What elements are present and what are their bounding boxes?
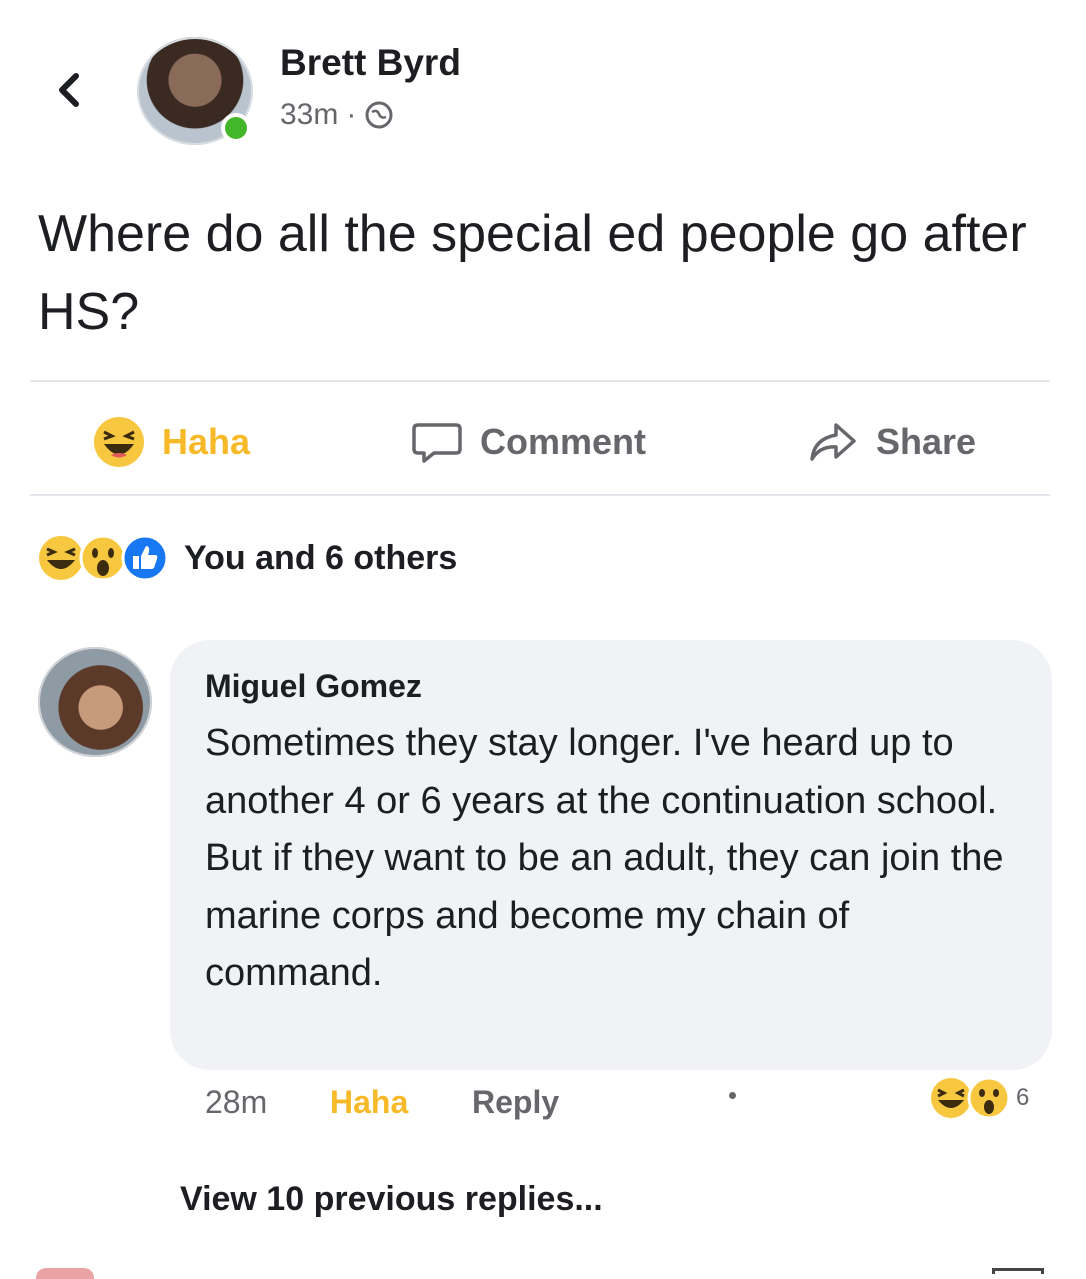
reactions-text: You and 6 others [184, 538, 458, 577]
view-previous-replies-link[interactable]: View 10 previous replies... [180, 1180, 603, 1219]
bottom-edge-mark [992, 1268, 1044, 1274]
haha-reaction-button[interactable]: Haha [92, 408, 250, 476]
comment-reply-button[interactable]: Reply [472, 1084, 559, 1121]
post-time[interactable]: 33m [280, 98, 338, 132]
back-button[interactable] [40, 60, 100, 120]
divider [30, 494, 1050, 496]
commenter-avatar[interactable] [38, 647, 152, 757]
wow-icon [967, 1076, 1011, 1120]
share-label: Share [876, 421, 977, 462]
commenter-name[interactable]: Miguel Gomez [205, 668, 422, 705]
comment-text: Sometimes they stay longer. I've heard u… [205, 722, 1004, 994]
post-meta: 33m · [280, 98, 394, 132]
post-text: Where do all the special ed people go af… [38, 205, 1027, 341]
online-status-dot [221, 113, 251, 143]
like-icon [121, 534, 169, 582]
comment-label: Comment [480, 421, 647, 462]
chevron-left-icon [59, 73, 79, 107]
bottom-edge-mark [36, 1268, 94, 1279]
haha-icon [94, 417, 144, 467]
meta-dot [729, 1092, 736, 1099]
reaction-count: 6 [1016, 1084, 1030, 1111]
author-name[interactable]: Brett Byrd [280, 42, 461, 84]
divider [30, 380, 1050, 382]
haha-label: Haha [162, 421, 251, 462]
comment-button[interactable]: Comment [410, 408, 646, 476]
globe-icon [365, 101, 393, 129]
meta-separator: · [346, 98, 357, 131]
comment-haha-button[interactable]: Haha [330, 1084, 408, 1121]
share-button[interactable]: Share [806, 408, 976, 476]
reactions-summary[interactable]: You and 6 others [36, 530, 457, 586]
comment-icon [412, 423, 462, 463]
comment-reactions[interactable]: 6 [928, 1070, 1029, 1126]
comment-time[interactable]: 28m [205, 1084, 267, 1121]
share-icon [810, 423, 856, 461]
